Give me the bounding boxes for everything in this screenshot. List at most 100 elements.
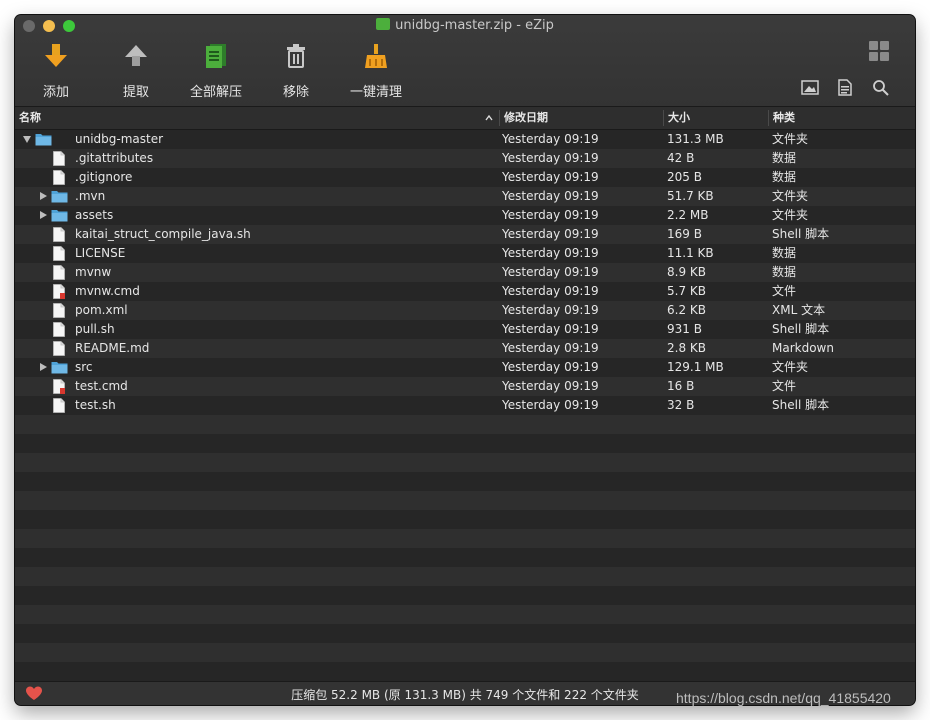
file-row[interactable]: pom.xml Yesterday 09:19 6.2 KB XML 文本 (15, 301, 915, 320)
empty-row (15, 453, 915, 472)
file-size: 6.2 KB (667, 303, 706, 317)
file-row[interactable]: mvnw.cmd Yesterday 09:19 5.7 KB 文件 (15, 282, 915, 301)
file-name: mvnw (75, 265, 112, 279)
cleanup-button-label: 一键清理 (349, 85, 402, 100)
file-kind: Shell 脚本 (772, 227, 830, 241)
folder-icon (51, 362, 68, 374)
file-modified: Yesterday 09:19 (502, 322, 599, 336)
folder-icon (35, 134, 52, 146)
file-modified: Yesterday 09:19 (502, 189, 599, 203)
file-row[interactable]: README.md Yesterday 09:19 2.8 KB Markdown (15, 339, 915, 358)
empty-row (15, 605, 915, 624)
file-modified: Yesterday 09:19 (502, 132, 599, 146)
file-row[interactable]: .gitignore Yesterday 09:19 205 B 数据 (15, 168, 915, 187)
file-name: pom.xml (75, 303, 128, 317)
file-row[interactable]: unidbg-master Yesterday 09:19 131.3 MB 文件夹 (15, 130, 915, 149)
file-modified: Yesterday 09:19 (502, 246, 599, 260)
document-icon (53, 151, 65, 166)
file-size: 51.7 KB (667, 189, 714, 203)
file-row[interactable]: test.sh Yesterday 09:19 32 B Shell 脚本 (15, 396, 915, 415)
trash-icon (287, 44, 305, 68)
column-header: 名称 修改日期 大小 种类 (15, 107, 915, 130)
file-size: 2.8 KB (667, 341, 706, 355)
file-modified: Yesterday 09:19 (502, 265, 599, 279)
file-modified: Yesterday 09:19 (502, 208, 599, 222)
file-row[interactable]: .mvn Yesterday 09:19 51.7 KB 文件夹 (15, 187, 915, 206)
add-arrow-down-icon (45, 44, 67, 67)
file-modified: Yesterday 09:19 (502, 227, 599, 241)
file-row[interactable]: pull.sh Yesterday 09:19 931 B Shell 脚本 (15, 320, 915, 339)
file-size: 42 B (667, 151, 695, 165)
file-name: .mvn (75, 189, 106, 203)
file-modified: Yesterday 09:19 (502, 398, 599, 412)
empty-row (15, 662, 915, 681)
file-modified: Yesterday 09:19 (502, 170, 599, 184)
extract-button-label: 提取 (122, 85, 149, 100)
file-kind: 文件夹 (772, 132, 809, 146)
document-icon (53, 246, 65, 261)
file-size: 129.1 MB (667, 360, 724, 374)
file-name: kaitai_struct_compile_java.sh (75, 227, 251, 241)
title-bar: unidbg-master.zip - eZip 添加 提取 全部解压 移除 一… (15, 15, 915, 107)
file-size: 2.2 MB (667, 208, 709, 222)
extract-button[interactable]: 提取 (101, 41, 171, 101)
window-title: unidbg-master.zip - eZip (15, 18, 915, 34)
file-kind: 文件夹 (772, 189, 809, 203)
add-button-label: 添加 (42, 85, 69, 100)
file-row[interactable]: mvnw Yesterday 09:19 8.9 KB 数据 (15, 263, 915, 282)
grid-view-icon[interactable] (868, 40, 890, 62)
document-icon (53, 341, 65, 356)
empty-row (15, 643, 915, 662)
file-row[interactable]: assets Yesterday 09:19 2.2 MB 文件夹 (15, 206, 915, 225)
empty-row (15, 567, 915, 586)
sort-ascending-icon (485, 115, 493, 121)
file-row[interactable]: test.cmd Yesterday 09:19 16 B 文件 (15, 377, 915, 396)
folder-icon (51, 191, 68, 203)
column-header-size[interactable]: 大小 (664, 107, 768, 129)
file-kind: Markdown (772, 341, 834, 355)
column-header-modified[interactable]: 修改日期 (500, 107, 664, 129)
empty-row (15, 472, 915, 491)
watermark-url: https://blog.csdn.net/qq_41855420 (676, 690, 891, 706)
disclosure-collapsed-icon[interactable] (40, 192, 47, 200)
disclosure-collapsed-icon[interactable] (40, 211, 47, 219)
column-header-name[interactable]: 名称 (15, 107, 499, 129)
file-row[interactable]: src Yesterday 09:19 129.1 MB 文件夹 (15, 358, 915, 377)
file-kind: Shell 脚本 (772, 398, 830, 412)
document-icon (53, 170, 65, 185)
document-icon (53, 265, 65, 280)
file-size: 11.1 KB (667, 246, 714, 260)
image-preview-icon[interactable] (801, 80, 819, 95)
search-icon[interactable] (872, 79, 889, 96)
file-kind: 数据 (772, 246, 797, 260)
file-row[interactable]: .gitattributes Yesterday 09:19 42 B 数据 (15, 149, 915, 168)
remove-button[interactable]: 移除 (261, 41, 331, 101)
extract-all-button[interactable]: 全部解压 (181, 41, 251, 101)
file-name: test.cmd (75, 379, 128, 393)
extract-arrow-up-icon (125, 45, 147, 66)
file-modified: Yesterday 09:19 (502, 303, 599, 317)
remove-button-label: 移除 (282, 85, 309, 100)
file-kind: 文件夹 (772, 360, 809, 374)
document-icon (53, 322, 65, 337)
file-kind: 数据 (772, 265, 797, 279)
file-kind: 文件 (772, 284, 797, 298)
file-name: .gitattributes (75, 151, 154, 165)
file-name: assets (75, 208, 114, 222)
text-preview-icon[interactable] (838, 79, 852, 96)
cmd-file-icon (53, 284, 65, 299)
file-row[interactable]: LICENSE Yesterday 09:19 11.1 KB 数据 (15, 244, 915, 263)
file-size: 32 B (667, 398, 695, 412)
file-size: 169 B (667, 227, 702, 241)
disclosure-collapsed-icon[interactable] (40, 363, 47, 371)
add-button[interactable]: 添加 (21, 41, 91, 101)
disclosure-expanded-icon[interactable] (23, 136, 31, 143)
empty-row (15, 586, 915, 605)
file-row[interactable]: kaitai_struct_compile_java.sh Yesterday 0… (15, 225, 915, 244)
file-size: 205 B (667, 170, 702, 184)
file-name: .gitignore (75, 170, 133, 184)
document-icon (53, 398, 65, 413)
column-header-kind[interactable]: 种类 (769, 107, 915, 129)
file-kind: 数据 (772, 151, 797, 165)
cleanup-button[interactable]: 一键清理 (341, 41, 411, 101)
